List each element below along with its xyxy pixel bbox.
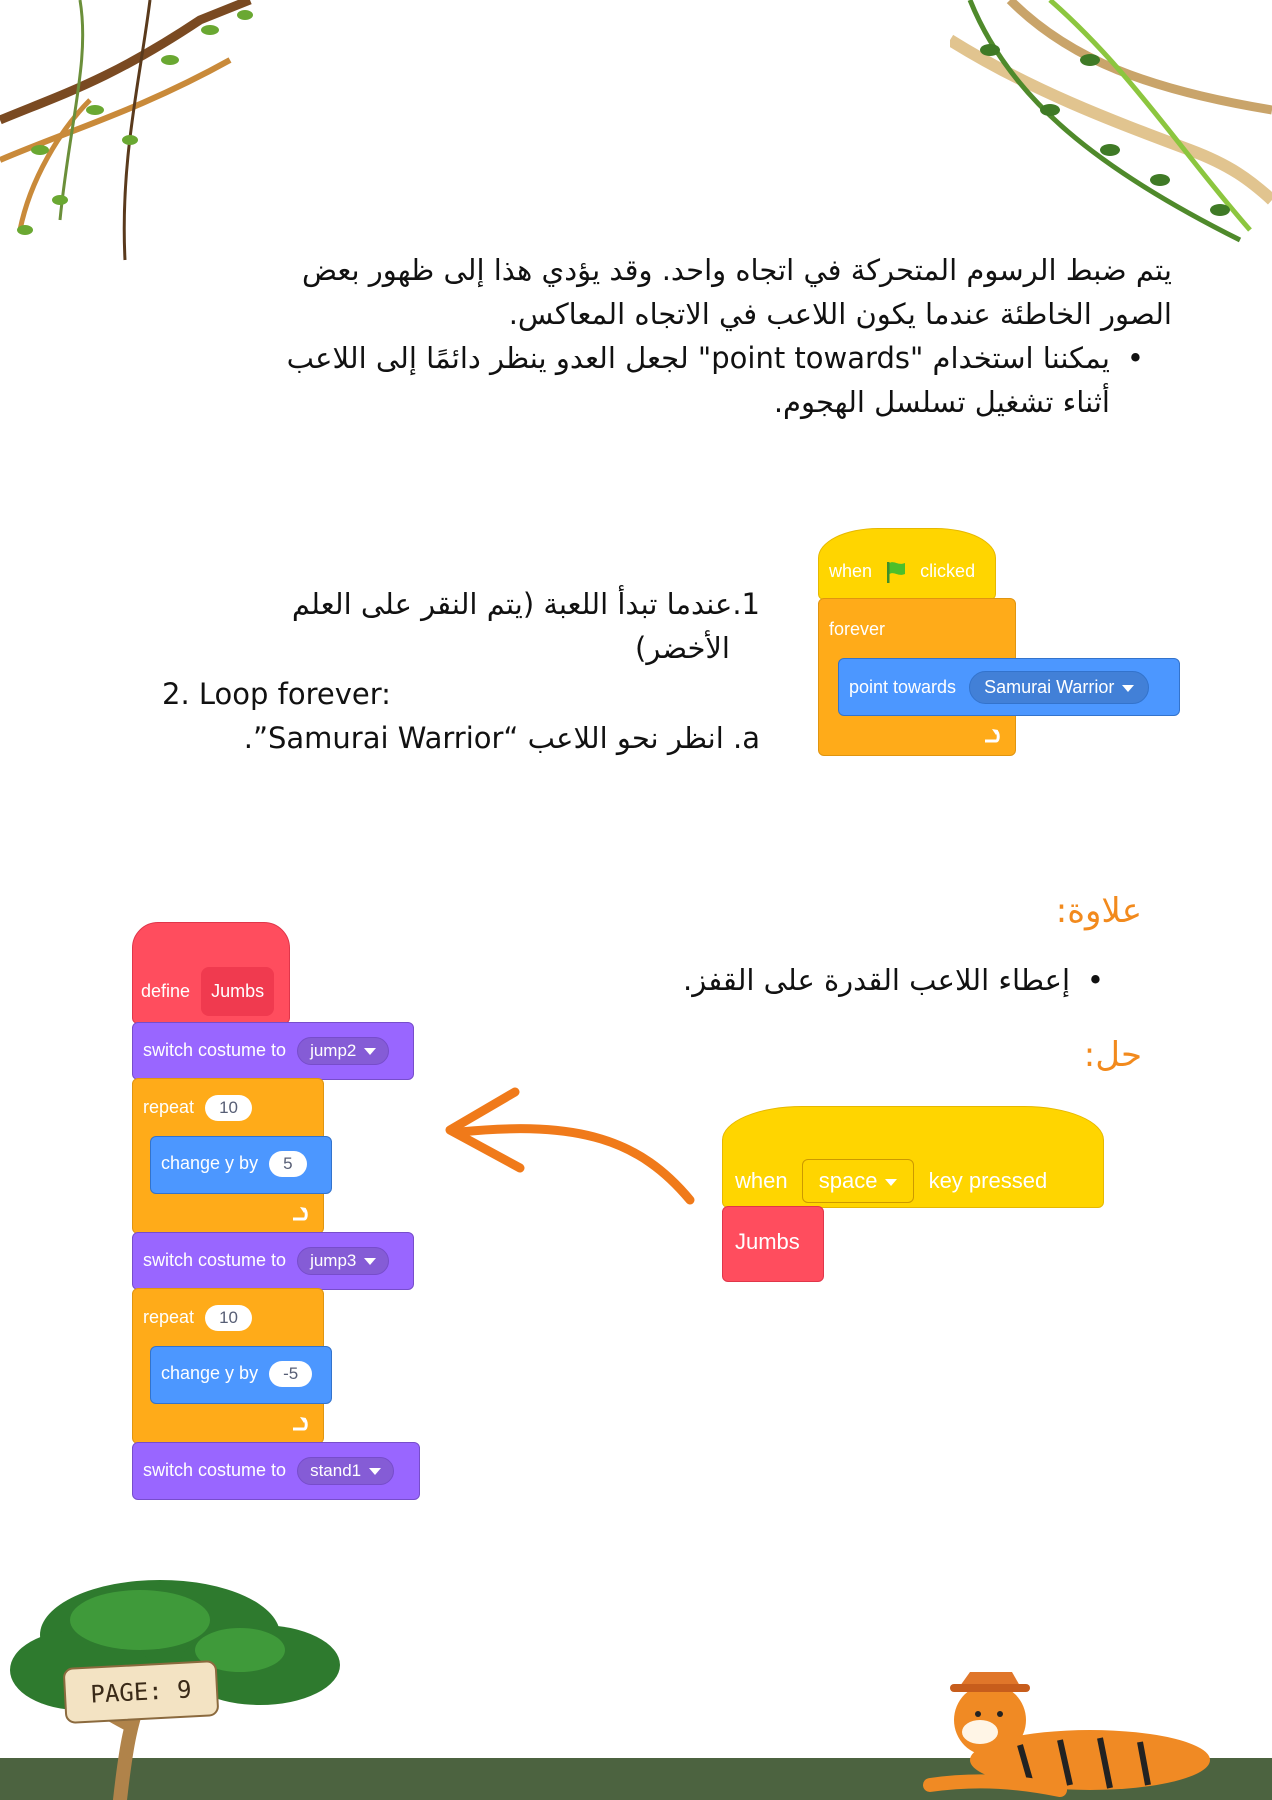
target-dropdown[interactable]: Samurai Warrior: [969, 671, 1150, 704]
intro-paragraph: يتم ضبط الرسوم المتحركة في اتجاه واحد. و…: [110, 248, 1172, 336]
bonus-bullet: إعطاء اللاعب القدرة على القفز. •: [560, 958, 1104, 1002]
vines-top-left-decoration: [0, 0, 253, 261]
dropdown-caret-icon: [369, 1468, 382, 1476]
loop-arrow-icon: [293, 1207, 308, 1221]
loop-arrow-icon: [293, 1417, 308, 1431]
define-name-slot: Jumbs: [201, 967, 275, 1016]
bonus-heading: علاوة:: [1055, 891, 1142, 931]
jumbs-call-block[interactable]: Jumbs: [722, 1206, 824, 1282]
switch-costume-block-2[interactable]: switch costume to jump3: [132, 1232, 414, 1290]
switch-costume-block-3[interactable]: switch costume to stand1: [132, 1442, 420, 1500]
steps-list: 1.عندما تبدأ اللعبة (يتم النقر على العلم…: [110, 582, 760, 670]
step-2a: a. انظر نحو اللاعب “Samurai Warrior”.: [243, 721, 760, 755]
change-y-block-1[interactable]: change y by 5: [150, 1136, 332, 1194]
intro-line-2: الصور الخاطئة عندما يكون اللاعب في الاتج…: [508, 297, 1172, 331]
forever-label: forever: [829, 619, 886, 639]
step-1-continued: الأخضر): [635, 631, 730, 665]
repeat-count-input-1[interactable]: 10: [205, 1095, 252, 1121]
costume-dropdown-2[interactable]: jump3: [297, 1247, 390, 1275]
arrow-icon: [445, 1087, 695, 1205]
repeat-count-input-2[interactable]: 10: [205, 1305, 252, 1331]
switch-costume-label: switch costume to: [143, 1460, 287, 1480]
point-towards-label: point towards: [849, 677, 957, 697]
key-pressed-label: key pressed: [928, 1168, 1048, 1193]
bullet-dot: •: [1086, 963, 1104, 997]
jumbs-call-label: Jumbs: [735, 1229, 800, 1254]
step-1-text: عندما تبدأ اللعبة (يتم النقر على العلم: [291, 587, 733, 621]
intro-bullet: • يمكننا استخدام "point towards" لجعل ال…: [110, 336, 1144, 424]
change-y-label: change y by: [161, 1153, 259, 1173]
when-label: when: [829, 560, 873, 581]
solution-heading: حل:: [1083, 1035, 1142, 1075]
costume-value-1: jump2: [310, 1041, 357, 1060]
key-value: space: [818, 1168, 878, 1193]
page-number-scroll: PAGE: 9: [62, 1660, 220, 1724]
when-label: when: [735, 1168, 788, 1193]
dropdown-caret-icon: [885, 1178, 898, 1186]
bonus-bullet-text: إعطاء اللاعب القدرة على القفز.: [683, 963, 1070, 997]
change-y-input-2[interactable]: -5: [269, 1361, 313, 1387]
when-flag-clicked-block[interactable]: when clicked: [818, 528, 996, 600]
bullet-dot: •: [1126, 341, 1144, 375]
intro-bullet-line-2: أثناء تشغيل تسلسل الهجوم.: [773, 385, 1110, 419]
define-name: Jumbs: [211, 981, 265, 1001]
step-2: 2. Loop forever:: [162, 677, 391, 711]
point-towards-block[interactable]: point towards Samurai Warrior: [838, 658, 1180, 716]
costume-value-3: stand1: [310, 1461, 362, 1480]
vines-top-right-decoration: [950, 0, 1272, 243]
dropdown-caret-icon: [364, 1258, 377, 1266]
page-number-label: PAGE: 9: [89, 1675, 193, 1709]
costume-dropdown-1[interactable]: jump2: [297, 1037, 390, 1065]
step-1: 1.عندما تبدأ اللعبة (يتم النقر على العلم: [110, 582, 760, 626]
when-key-pressed-block[interactable]: when space key pressed: [722, 1106, 1104, 1208]
switch-costume-block-1[interactable]: switch costume to jump2: [132, 1022, 414, 1080]
repeat-label: repeat: [143, 1307, 195, 1327]
repeat-label: repeat: [143, 1097, 195, 1117]
clicked-label: clicked: [920, 560, 976, 581]
dropdown-caret-icon: [1122, 684, 1135, 692]
tiger-decoration: [923, 1672, 1210, 1797]
loop-arrow-icon: [985, 729, 1000, 743]
switch-costume-label: switch costume to: [143, 1250, 287, 1270]
switch-costume-label: switch costume to: [143, 1040, 287, 1060]
change-y-input-1[interactable]: 5: [269, 1151, 307, 1177]
define-label: define: [141, 981, 191, 1001]
costume-value-2: jump3: [310, 1251, 357, 1270]
define-jumbs-block[interactable]: define Jumbs: [132, 922, 290, 1024]
green-flag-icon: [887, 562, 906, 583]
intro-bullet-line-1: يمكننا استخدام "point towards" لجعل العد…: [286, 341, 1110, 375]
change-y-block-2[interactable]: change y by -5: [150, 1346, 332, 1404]
intro-line-1: يتم ضبط الرسوم المتحركة في اتجاه واحد. و…: [301, 253, 1172, 287]
target-value: Samurai Warrior: [984, 677, 1115, 697]
costume-dropdown-3[interactable]: stand1: [297, 1457, 395, 1485]
dropdown-caret-icon: [364, 1048, 377, 1056]
step-1-number: 1.: [732, 587, 760, 621]
key-dropdown[interactable]: space: [801, 1159, 915, 1203]
change-y-label: change y by: [161, 1363, 259, 1383]
